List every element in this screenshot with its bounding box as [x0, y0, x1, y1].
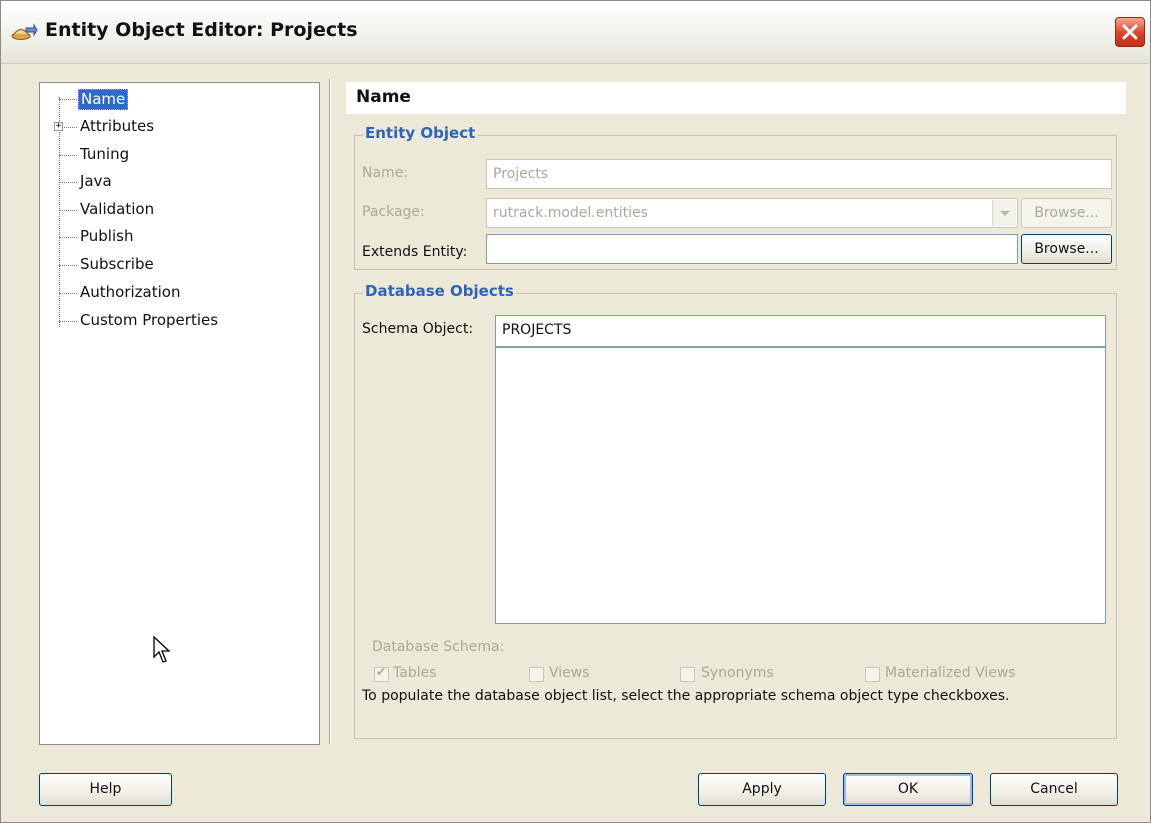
tree-item-name[interactable]: Name: [40, 87, 300, 111]
tree-item-label: Name: [78, 89, 129, 110]
tree-item-label: Attributes: [80, 117, 155, 135]
tree-item-attributes[interactable]: + Attributes: [40, 115, 300, 139]
package-label: Package:: [362, 204, 425, 220]
tree-branch: [59, 210, 77, 211]
tree-item-validation[interactable]: Validation: [40, 198, 300, 222]
splitter[interactable]: [329, 79, 331, 744]
group-title: Entity Object: [363, 124, 478, 142]
tree-branch: [59, 321, 77, 322]
extends-browse-button[interactable]: Browse...: [1021, 234, 1112, 264]
extends-entity-label: Extends Entity:: [362, 244, 468, 260]
tree-item-tuning[interactable]: Tuning: [40, 143, 300, 167]
extends-entity-field[interactable]: [486, 234, 1018, 264]
views-checkbox[interactable]: [529, 667, 544, 682]
tree-item-label: Validation: [80, 200, 155, 218]
page-header: Name: [346, 82, 1126, 114]
close-icon: [1122, 24, 1138, 40]
name-label: Name:: [362, 165, 409, 181]
schema-object-label: Schema Object:: [362, 321, 474, 337]
package-combobox[interactable]: rutrack.model.entities: [486, 198, 1018, 228]
name-field[interactable]: Projects: [486, 159, 1112, 189]
schema-hint-text: To populate the database object list, se…: [362, 688, 1010, 704]
schema-object-field[interactable]: PROJECTS: [495, 315, 1106, 347]
tree-branch: [59, 293, 77, 294]
tree-item-label: Java: [80, 172, 112, 190]
tree-item-java[interactable]: Java: [40, 170, 300, 194]
materialized-views-checkbox[interactable]: [865, 667, 880, 682]
tree-item-label: Custom Properties: [80, 311, 219, 329]
package-browse-button[interactable]: Browse...: [1021, 198, 1112, 228]
ok-button[interactable]: OK: [843, 773, 973, 806]
mouse-cursor-icon: [153, 635, 171, 663]
synonyms-label: Synonyms: [701, 665, 774, 681]
window-title: Entity Object Editor: Projects: [45, 19, 358, 41]
dialog-window: Entity Object Editor: Projects Name + At…: [0, 0, 1151, 823]
package-value: rutrack.model.entities: [493, 205, 648, 221]
synonyms-checkbox[interactable]: [680, 667, 695, 682]
page-title: Name: [356, 87, 411, 107]
help-button[interactable]: Help: [39, 773, 172, 806]
tree-branch: [59, 99, 77, 100]
tree-item-subscribe[interactable]: Subscribe: [40, 253, 300, 277]
cancel-button[interactable]: Cancel: [990, 773, 1118, 806]
database-object-list[interactable]: [495, 347, 1106, 624]
database-schema-label: Database Schema:: [372, 639, 505, 655]
tables-label: Tables: [393, 665, 437, 681]
group-title: Database Objects: [363, 282, 516, 300]
tree-item-label: Authorization: [80, 283, 181, 301]
tree-item-authorization[interactable]: Authorization: [40, 281, 300, 305]
tree-item-custom-properties[interactable]: Custom Properties: [40, 309, 300, 333]
dropdown-arrow-icon[interactable]: [992, 200, 1016, 226]
materialized-views-label: Materialized Views: [885, 665, 1016, 681]
tree-item-publish[interactable]: Publish: [40, 225, 300, 249]
views-label: Views: [549, 665, 590, 681]
tree-item-label: Tuning: [80, 145, 130, 163]
apply-button[interactable]: Apply: [698, 773, 826, 806]
close-button[interactable]: [1115, 17, 1145, 47]
navigation-tree[interactable]: Name + Attributes Tuning Java Validation…: [39, 82, 320, 745]
expand-icon[interactable]: +: [54, 122, 63, 131]
tree-item-label: Subscribe: [80, 255, 154, 273]
tables-checkbox[interactable]: [374, 665, 389, 682]
tree-item-label: Publish: [80, 227, 134, 245]
app-icon: [11, 23, 38, 40]
tree-branch: [59, 265, 77, 266]
title-bar[interactable]: Entity Object Editor: Projects: [1, 1, 1150, 64]
tree-branch: [59, 182, 77, 183]
tree-branch: [59, 155, 77, 156]
tree-branch: [59, 237, 77, 238]
